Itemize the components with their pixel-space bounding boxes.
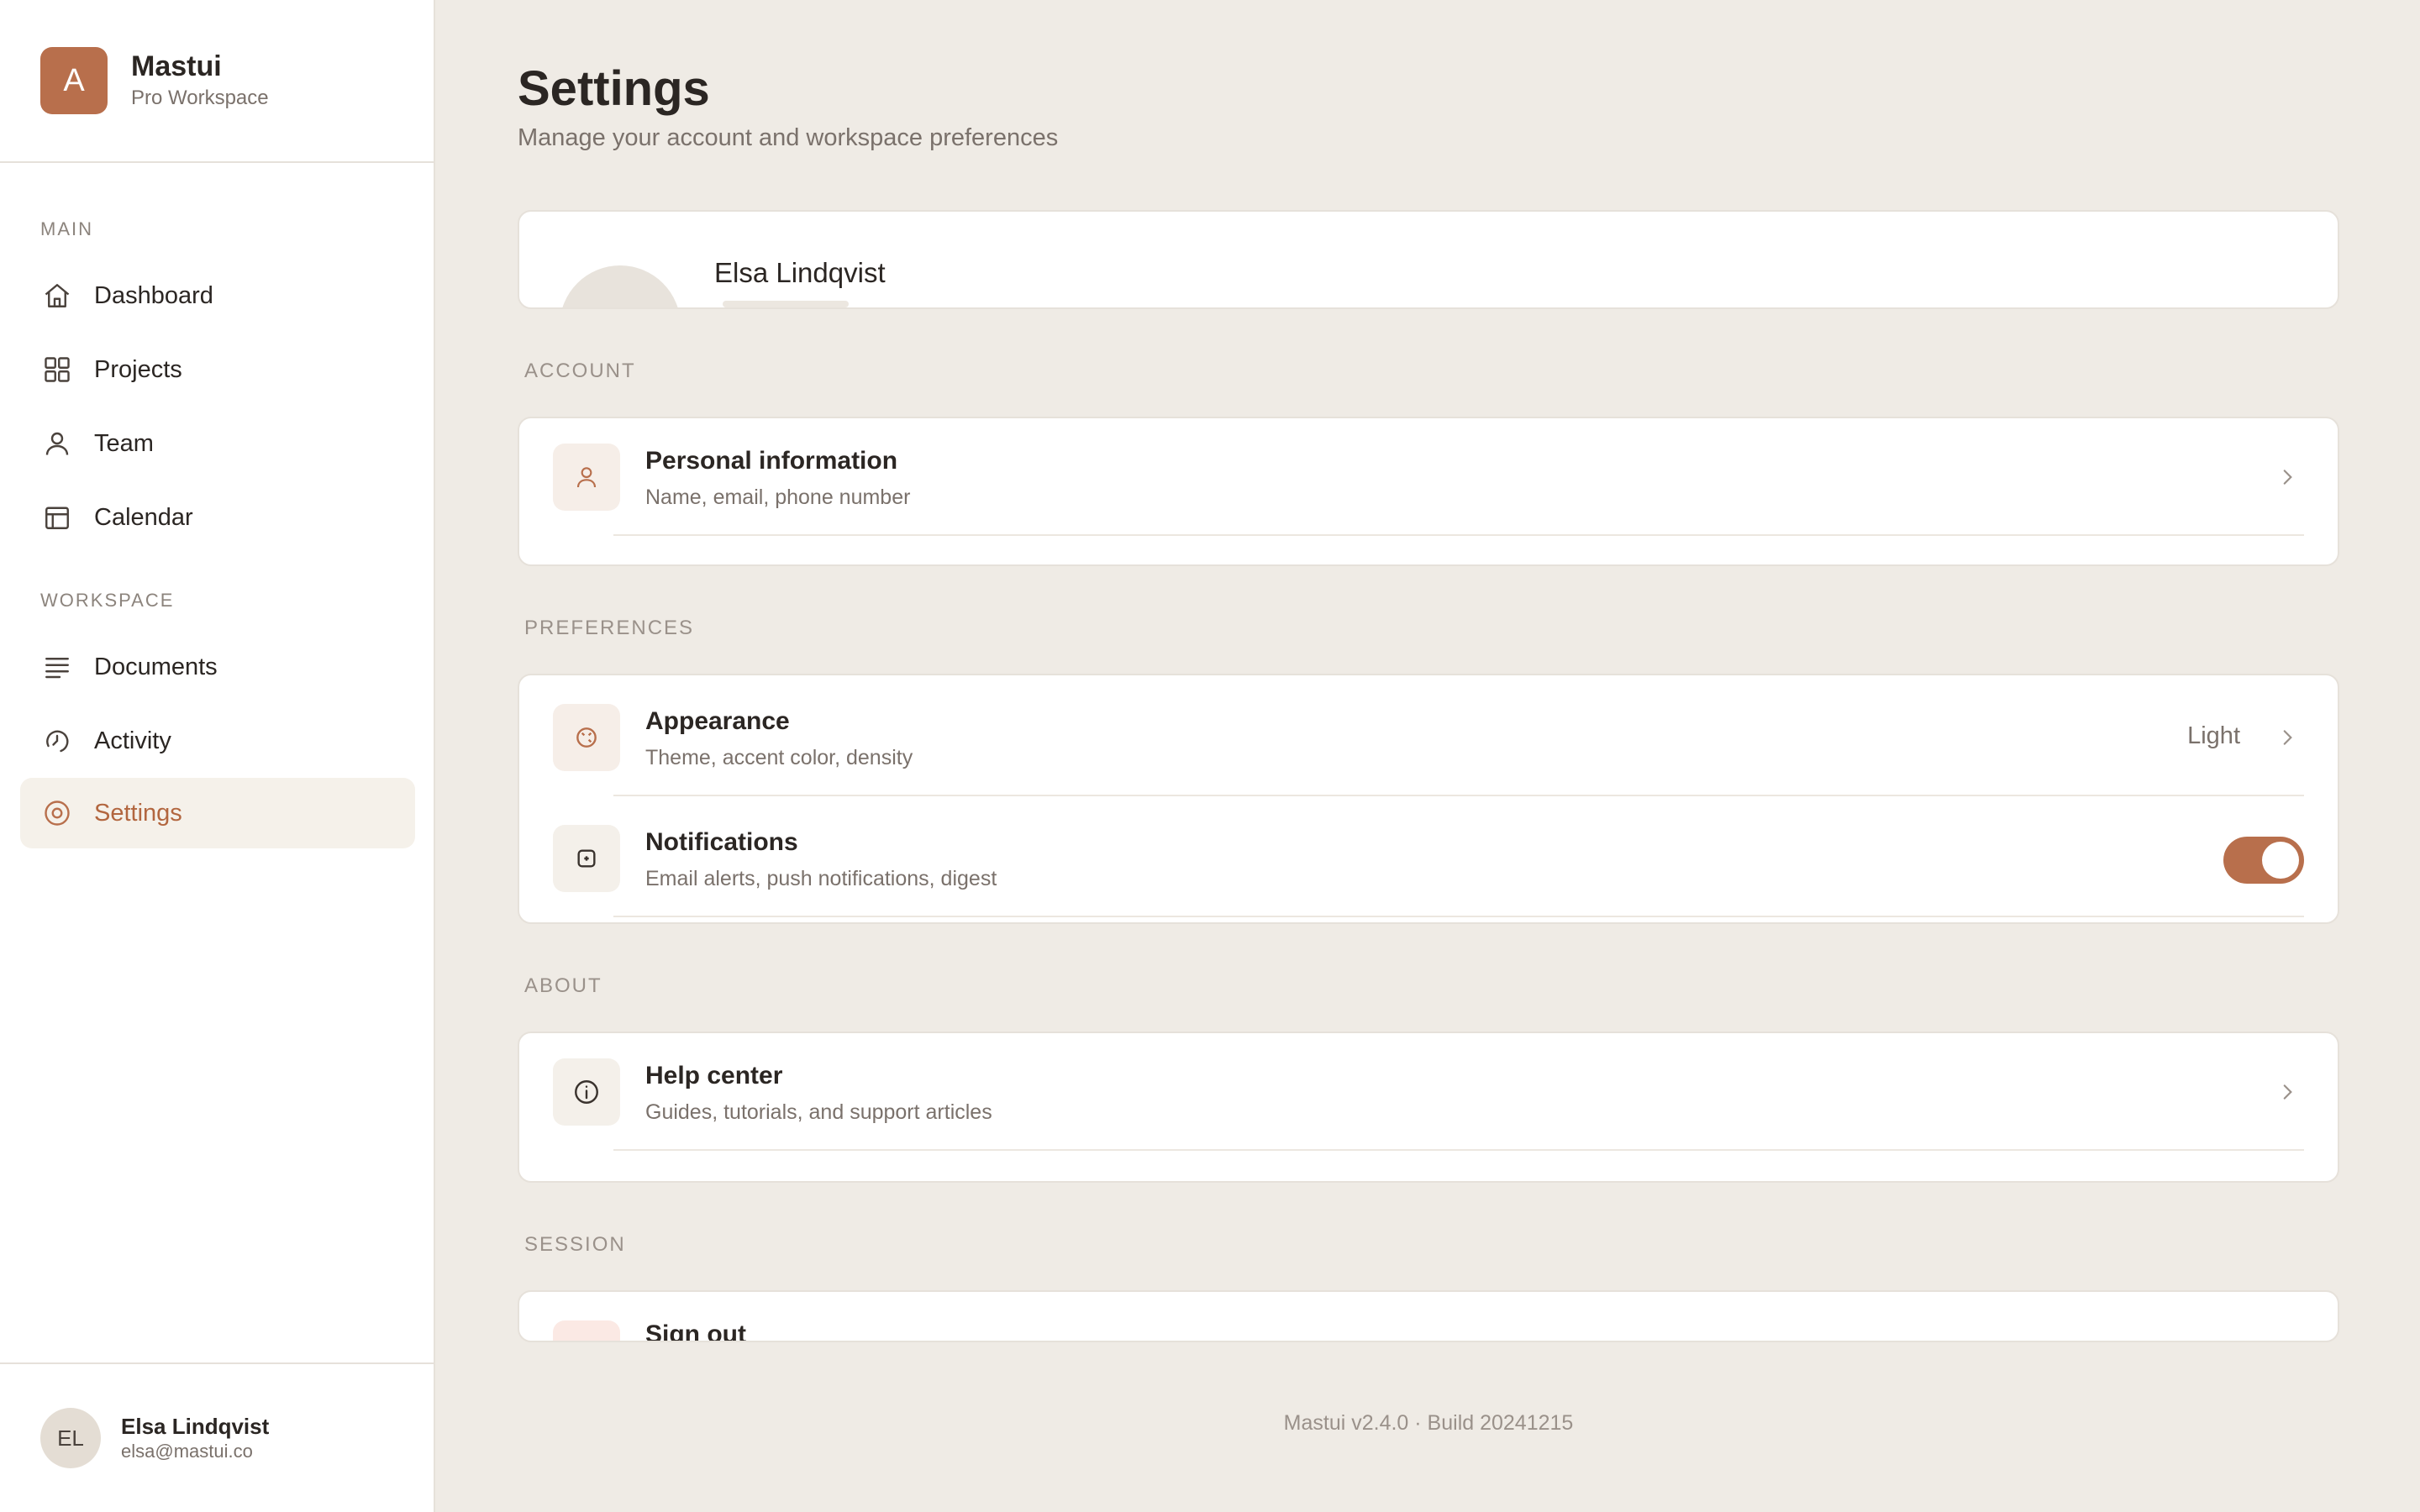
sidebar-item-label: Documents [94,653,218,680]
group-label-about: ABOUT [524,974,602,997]
user-name: Elsa Lindqvist [121,1414,270,1439]
row-description: Guides, tutorials, and support articles [645,1100,992,1124]
sidebar-item-projects[interactable]: Projects [20,334,415,405]
row-description: Theme, accent color, density [645,746,913,769]
sidebar-item-settings[interactable]: Settings [20,778,415,848]
row-title: Personal information [645,447,898,475]
sidebar-divider [0,161,434,163]
row-divider [613,1149,2304,1151]
brand-subtitle: Pro Workspace [131,87,269,109]
sidebar-item-activity[interactable]: Activity [20,706,415,776]
profile-name: Elsa Lindqvist [714,257,886,288]
lines-icon [40,650,74,684]
sidebar-item-documents[interactable]: Documents [20,632,415,702]
person-icon [553,444,620,511]
bell-icon [553,825,620,892]
sidebar-item-label: Team [94,429,154,457]
session-card: Sign out [518,1290,2339,1342]
sidebar-item-label: Dashboard [94,281,213,309]
sidebar-section-main: MAIN [40,218,93,239]
row-title: Sign out [645,1320,746,1342]
user-email: elsa@mastui.co [121,1441,253,1462]
group-label-session: SESSION [524,1233,626,1256]
account-card: Personal information Name, email, phone … [518,417,2339,566]
brand: A Mastui Pro Workspace [40,47,269,114]
settings-icon [40,796,74,830]
toggle-knob [2262,842,2299,879]
sign-out-row[interactable]: Sign out [519,1292,2338,1342]
notifications-row[interactable]: Notifications Email alerts, push notific… [519,800,2338,917]
appearance-value: Light [2187,722,2240,749]
info-icon [553,1058,620,1126]
brand-logo: A [40,47,108,114]
palette-icon [553,704,620,771]
sidebar-item-label: Projects [94,355,182,383]
row-divider [613,534,2304,536]
sidebar-item-label: Calendar [94,503,193,531]
brand-name: Mastui [131,50,222,82]
sign-out-icon [553,1320,620,1341]
row-divider [613,916,2304,917]
home-icon [40,279,74,312]
row-title: Appearance [645,707,790,735]
personal-information-row[interactable]: Personal information Name, email, phone … [519,418,2338,536]
page-subtitle: Manage your account and workspace prefer… [518,124,1059,151]
profile-card[interactable]: Elsa Lindqvist [518,210,2339,309]
help-center-row[interactable]: Help center Guides, tutorials, and suppo… [519,1033,2338,1151]
page-title: Settings [518,61,710,116]
row-description: Name, email, phone number [645,486,911,509]
group-label-account: ACCOUNT [524,360,636,382]
chevron-right-icon [2274,1079,2301,1105]
group-label-preferences: PREFERENCES [524,617,695,639]
sidebar-item-label: Settings [94,799,182,827]
profile-detail-clipped [723,301,849,307]
profile-avatar [560,265,681,307]
about-card: Help center Guides, tutorials, and suppo… [518,1032,2339,1183]
sidebar-footer-divider [0,1362,434,1364]
sidebar-item-team[interactable]: Team [20,408,415,479]
avatar: EL [40,1408,101,1468]
row-title: Help center [645,1062,783,1089]
grid-icon [40,353,74,386]
notifications-toggle[interactable] [2223,837,2304,884]
brand-logo-letter: A [63,62,85,98]
row-title: Notifications [645,828,798,856]
sidebar: A Mastui Pro Workspace MAIN Dashboard Pr… [0,0,435,1512]
chevron-right-icon [2274,464,2301,491]
calendar-icon [40,501,74,534]
sidebar-item-dashboard[interactable]: Dashboard [20,260,415,331]
appearance-row[interactable]: Appearance Theme, accent color, density … [519,679,2338,796]
row-divider [613,795,2304,796]
sidebar-item-calendar[interactable]: Calendar [20,482,415,553]
sidebar-section-workspace: WORKSPACE [40,590,175,611]
sidebar-user[interactable]: EL Elsa Lindqvist elsa@mastui.co [40,1408,269,1468]
preferences-card: Appearance Theme, accent color, density … [518,674,2339,924]
version-footer: Mastui v2.4.0 · Build 20241215 [1283,1411,1574,1435]
sidebar-item-label: Activity [94,727,171,754]
chevron-right-icon [2274,724,2301,751]
activity-icon [40,724,74,758]
user-icon [40,427,74,460]
row-description: Email alerts, push notifications, digest [645,867,997,890]
